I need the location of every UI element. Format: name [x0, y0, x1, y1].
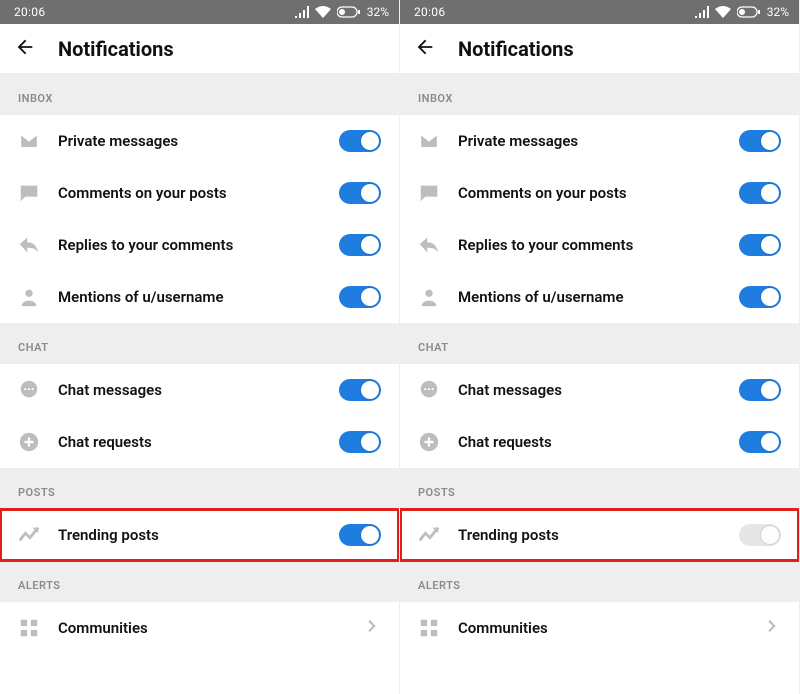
row-label: Mentions of u/username: [458, 288, 721, 306]
row-mentions[interactable]: Mentions of u/username: [0, 271, 399, 323]
row-label: Chat messages: [458, 381, 721, 399]
back-arrow-icon: [414, 36, 436, 58]
reply-icon: [418, 234, 440, 256]
row-label: Comments on your posts: [58, 184, 321, 202]
toggle-chat-messages[interactable]: [739, 379, 781, 401]
row-label: Comments on your posts: [458, 184, 721, 202]
battery-percent: 32%: [367, 5, 389, 19]
toggle-chat-requests[interactable]: [739, 431, 781, 453]
battery-percent: 32%: [767, 5, 789, 19]
status-icons: 32%: [295, 5, 389, 19]
person-icon: [418, 286, 440, 308]
comment-icon: [18, 182, 40, 204]
signal-icon: [695, 6, 709, 18]
chevron-right-icon: [763, 617, 781, 639]
toggle-trending-posts[interactable]: [739, 524, 781, 546]
toggle-comments-posts[interactable]: [339, 182, 381, 204]
toggle-mentions[interactable]: [339, 286, 381, 308]
section-chat: CHAT: [0, 323, 399, 364]
envelope-icon: [18, 130, 40, 152]
row-chat-messages[interactable]: Chat messages: [400, 364, 799, 416]
row-label: Private messages: [58, 132, 321, 150]
back-arrow-icon: [14, 36, 36, 58]
row-private-messages[interactable]: Private messages: [400, 115, 799, 167]
row-label: Private messages: [458, 132, 721, 150]
page-title: Notifications: [458, 37, 574, 61]
section-posts: POSTS: [400, 468, 799, 509]
wifi-icon: [715, 6, 731, 18]
status-icons: 32%: [695, 5, 789, 19]
row-trending-posts[interactable]: Trending posts: [0, 509, 399, 561]
plus-circle-icon: [18, 431, 40, 453]
row-private-messages[interactable]: Private messages: [0, 115, 399, 167]
page-title: Notifications: [58, 37, 174, 61]
status-bar: 20:06 32%: [0, 0, 399, 24]
row-chat-messages[interactable]: Chat messages: [0, 364, 399, 416]
section-alerts: ALERTS: [0, 561, 399, 602]
row-label: Communities: [458, 619, 745, 637]
person-icon: [18, 286, 40, 308]
row-replies[interactable]: Replies to your comments: [400, 219, 799, 271]
row-replies[interactable]: Replies to your comments: [0, 219, 399, 271]
app-bar: Notifications: [400, 24, 799, 74]
chevron-right-icon: [363, 617, 381, 639]
row-chat-requests[interactable]: Chat requests: [400, 416, 799, 468]
toggle-mentions[interactable]: [739, 286, 781, 308]
settings-list: INBOX Private messages Comments on your …: [400, 74, 799, 694]
row-comments-posts[interactable]: Comments on your posts: [0, 167, 399, 219]
grid-icon: [18, 617, 40, 639]
row-label: Chat requests: [58, 433, 321, 451]
row-label: Chat requests: [458, 433, 721, 451]
row-communities[interactable]: Communities: [0, 602, 399, 654]
section-chat: CHAT: [400, 323, 799, 364]
toggle-trending-posts[interactable]: [339, 524, 381, 546]
wifi-icon: [315, 6, 331, 18]
trending-icon: [418, 524, 440, 546]
battery-icon: [737, 6, 761, 18]
toggle-replies[interactable]: [339, 234, 381, 256]
toggle-chat-requests[interactable]: [339, 431, 381, 453]
grid-icon: [418, 617, 440, 639]
chat-bubble-icon: [418, 379, 440, 401]
plus-circle-icon: [418, 431, 440, 453]
back-button[interactable]: [414, 36, 436, 62]
trending-icon: [18, 524, 40, 546]
signal-icon: [295, 6, 309, 18]
row-trending-posts[interactable]: Trending posts: [400, 509, 799, 561]
row-label: Chat messages: [58, 381, 321, 399]
row-label: Mentions of u/username: [58, 288, 321, 306]
row-label: Trending posts: [58, 526, 321, 544]
row-communities[interactable]: Communities: [400, 602, 799, 654]
status-bar: 20:06 32%: [400, 0, 799, 24]
row-mentions[interactable]: Mentions of u/username: [400, 271, 799, 323]
row-label: Replies to your comments: [458, 236, 721, 254]
app-bar: Notifications: [0, 24, 399, 74]
toggle-replies[interactable]: [739, 234, 781, 256]
status-time: 20:06: [414, 5, 445, 19]
back-button[interactable]: [14, 36, 36, 62]
row-label: Replies to your comments: [58, 236, 321, 254]
phone-right: 20:06 32% Notifications INBOX Private me…: [400, 0, 800, 694]
section-posts: POSTS: [0, 468, 399, 509]
row-label: Communities: [58, 619, 345, 637]
toggle-private-messages[interactable]: [339, 130, 381, 152]
toggle-chat-messages[interactable]: [339, 379, 381, 401]
section-alerts: ALERTS: [400, 561, 799, 602]
row-label: Trending posts: [458, 526, 721, 544]
status-time: 20:06: [14, 5, 45, 19]
chat-bubble-icon: [18, 379, 40, 401]
reply-icon: [18, 234, 40, 256]
phone-left: 20:06 32% Notifications INBOX Private me…: [0, 0, 400, 694]
settings-list: INBOX Private messages Comments on your …: [0, 74, 399, 694]
section-inbox: INBOX: [400, 74, 799, 115]
row-chat-requests[interactable]: Chat requests: [0, 416, 399, 468]
comment-icon: [418, 182, 440, 204]
section-inbox: INBOX: [0, 74, 399, 115]
envelope-icon: [418, 130, 440, 152]
toggle-private-messages[interactable]: [739, 130, 781, 152]
toggle-comments-posts[interactable]: [739, 182, 781, 204]
battery-icon: [337, 6, 361, 18]
row-comments-posts[interactable]: Comments on your posts: [400, 167, 799, 219]
